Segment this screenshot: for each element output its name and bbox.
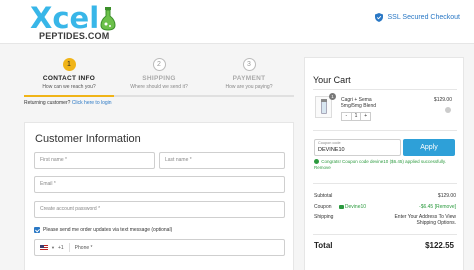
logo-subtitle: PEPTIDES.COM bbox=[39, 31, 110, 41]
shipping-label: Shipping bbox=[314, 214, 334, 220]
cart-title: Your Cart bbox=[313, 75, 351, 85]
divider bbox=[313, 183, 457, 184]
site-header: Xcel PEPTIDES.COM SSL Secured Checkout bbox=[0, 0, 474, 44]
last-name-field[interactable]: Last name * bbox=[159, 152, 285, 169]
sms-opt-in-checkbox[interactable] bbox=[34, 227, 40, 233]
sms-opt-in-label: Please send me order updates via text me… bbox=[43, 227, 173, 233]
step-number: 3 bbox=[242, 58, 256, 71]
divider bbox=[68, 243, 70, 252]
subtotal-label: Subtotal bbox=[314, 193, 333, 199]
quantity-value[interactable]: 1 bbox=[350, 113, 362, 120]
us-flag-icon[interactable] bbox=[40, 245, 48, 250]
step-subtitle: How are you paying? bbox=[225, 84, 273, 90]
divider bbox=[313, 130, 457, 131]
check-circle-icon bbox=[314, 159, 319, 165]
decrease-button[interactable]: - bbox=[342, 113, 351, 120]
flask-icon bbox=[100, 7, 116, 31]
cart-panel: Your Cart 1 Cagri + Sema 5mg/5mg Blend $… bbox=[304, 57, 464, 270]
product-name: Cagri + Sema 5mg/5mg Blend bbox=[341, 97, 376, 109]
quantity-stepper[interactable]: - 1 + bbox=[341, 112, 371, 121]
coupon-row-value[interactable]: -$6.45 [Remove] bbox=[419, 204, 456, 210]
login-link[interactable]: Click here to login bbox=[72, 100, 112, 106]
step-contact-info[interactable]: 1 CONTACT INFO How can we reach you? bbox=[24, 58, 114, 90]
phone-country-code: +1 bbox=[57, 244, 64, 251]
coupon-input[interactable]: Coupon code DEVINE10 bbox=[314, 139, 401, 156]
divider bbox=[313, 89, 457, 90]
step-title: SHIPPING bbox=[142, 75, 176, 82]
divider bbox=[313, 234, 457, 235]
subtotal-value: $129.00 bbox=[437, 193, 456, 199]
phone-field[interactable]: ▼ +1 Phone * bbox=[34, 239, 285, 256]
checkout-steps: 1 CONTACT INFO How can we reach you? 2 S… bbox=[24, 58, 294, 98]
returning-text: Returning customer? bbox=[24, 100, 71, 106]
coupon-remove-link[interactable]: Remove bbox=[314, 165, 331, 170]
step-subtitle: How can we reach you? bbox=[42, 84, 96, 90]
step-subtitle: Where should we send it? bbox=[130, 84, 188, 90]
total-value: $122.55 bbox=[425, 241, 454, 250]
quantity-badge: 1 bbox=[329, 93, 336, 100]
step-title: PAYMENT bbox=[232, 75, 266, 82]
shipping-value: Enter Your Address To View Shipping Opti… bbox=[394, 214, 456, 226]
remove-item-icon[interactable] bbox=[445, 107, 451, 113]
total-label: Total bbox=[314, 241, 333, 250]
returning-customer-notice: Returning customer? Click here to login bbox=[24, 100, 112, 106]
ssl-label: SSL Secured Checkout bbox=[387, 14, 460, 21]
sms-opt-in-row: Please send me order updates via text me… bbox=[34, 227, 172, 233]
logo-wordmark: Xcel bbox=[30, 1, 100, 35]
ssl-badge: SSL Secured Checkout bbox=[375, 13, 460, 22]
coupon-value: DEVINE10 bbox=[318, 147, 345, 153]
product-name-line2: 5mg/5mg Blend bbox=[341, 103, 377, 109]
shield-icon bbox=[375, 13, 384, 22]
coupon-code-text: Devine10 bbox=[344, 204, 367, 210]
apply-coupon-button[interactable]: Apply bbox=[403, 139, 455, 156]
step-payment[interactable]: 3 PAYMENT How are you paying? bbox=[204, 58, 294, 90]
coupon-success-message: Congrats! Coupon code devine10 ($6.45) a… bbox=[314, 159, 456, 171]
form-title: Customer Information bbox=[35, 133, 141, 145]
password-field[interactable]: Create account password * bbox=[34, 201, 285, 218]
shipping-row: Shipping Enter Your Address To View Ship… bbox=[314, 214, 456, 226]
customer-information-card: Customer Information First name * Last n… bbox=[24, 122, 294, 270]
first-name-field[interactable]: First name * bbox=[34, 152, 155, 169]
step-shipping[interactable]: 2 SHIPPING Where should we send it? bbox=[114, 58, 204, 90]
shipping-value-line2: Shipping Options. bbox=[416, 220, 456, 226]
coupon-message-text: Congrats! Coupon code devine10 ($6.45) a… bbox=[321, 159, 447, 164]
increase-button[interactable]: + bbox=[361, 113, 370, 120]
coupon-row-label: Coupon bbox=[314, 204, 332, 210]
step-progress-bar bbox=[24, 95, 294, 97]
phone-placeholder: Phone * bbox=[74, 244, 93, 251]
coupon-row-code: Devine10 bbox=[338, 204, 367, 210]
product-price: $129.00 bbox=[433, 97, 452, 103]
step-progress-fill bbox=[24, 95, 114, 97]
xcel-peptides-logo[interactable]: Xcel PEPTIDES.COM bbox=[30, 3, 120, 41]
subtotal-row: Subtotal $129.00 bbox=[314, 193, 456, 199]
coupon-row: Coupon Devine10 -$6.45 [Remove] bbox=[314, 204, 456, 210]
step-number: 2 bbox=[152, 58, 166, 71]
email-field[interactable]: Email * bbox=[34, 176, 285, 193]
step-number: 1 bbox=[62, 58, 76, 71]
step-title: CONTACT INFO bbox=[42, 75, 96, 82]
chevron-down-icon[interactable]: ▼ bbox=[51, 245, 55, 250]
tag-icon bbox=[338, 204, 344, 209]
